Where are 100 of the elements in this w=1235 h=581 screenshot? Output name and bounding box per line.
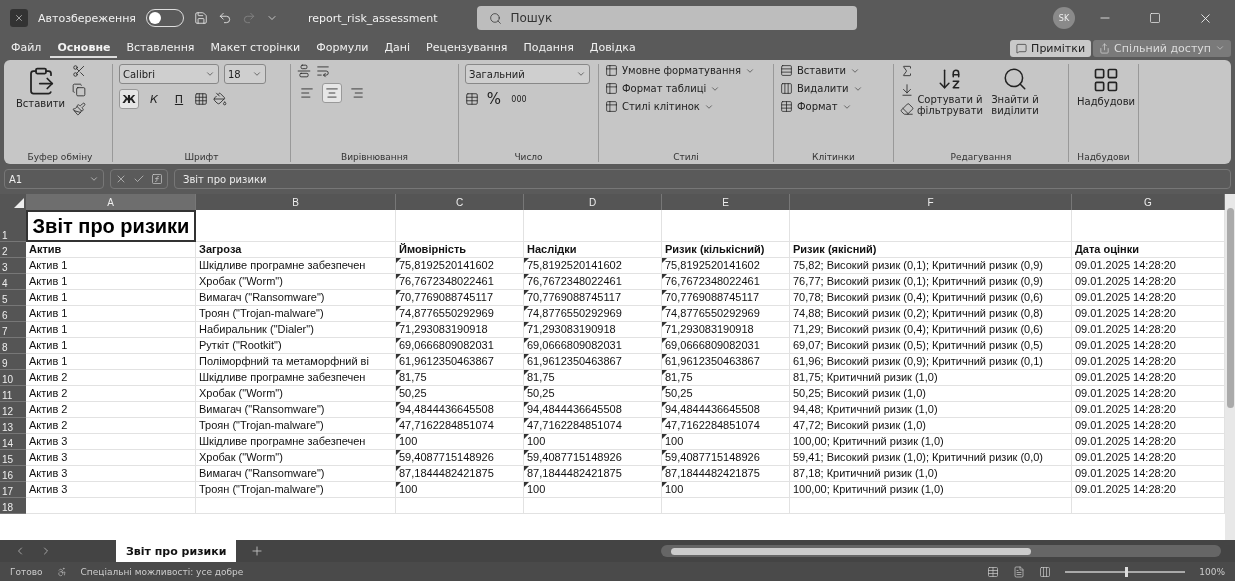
row-header[interactable]: 16 <box>0 466 26 482</box>
table-cell: 61,9612350463867 <box>662 354 790 370</box>
eraser-icon[interactable] <box>900 102 914 116</box>
menu-tab[interactable]: Формули <box>309 38 376 58</box>
font-style-button[interactable]: Ж <box>119 89 139 109</box>
row-header[interactable]: 5 <box>0 290 26 306</box>
row-header[interactable]: 6 <box>0 306 26 322</box>
row-header[interactable]: 14 <box>0 434 26 450</box>
number-format-field[interactable]: Загальний <box>465 64 590 84</box>
menu-tab[interactable]: Довідка <box>582 38 643 58</box>
styles-button[interactable]: Стилі клітинок <box>605 100 714 113</box>
table-header-cell: Наслідки <box>524 242 662 258</box>
find-select-button[interactable]: Знайти й виділити <box>986 64 1044 118</box>
row-header[interactable]: 2 <box>0 242 26 258</box>
paste-button[interactable]: Вставити <box>14 64 68 111</box>
row-header[interactable]: 3 <box>0 258 26 274</box>
table-cell: Актив 2 <box>26 402 196 418</box>
save-icon[interactable] <box>194 11 208 25</box>
column-header[interactable]: C <box>396 194 524 210</box>
menu-tab[interactable]: Макет сторінки <box>203 38 308 58</box>
column-header[interactable]: G <box>1072 194 1225 210</box>
thousands-button[interactable]: 000 <box>509 89 529 109</box>
brush-icon[interactable] <box>72 102 87 116</box>
row-header[interactable]: 13 <box>0 418 26 434</box>
cut-icon[interactable] <box>72 64 87 78</box>
add-sheet-icon[interactable] <box>250 544 265 558</box>
comments-button[interactable]: Примітки <box>1010 39 1092 57</box>
column-header[interactable]: B <box>196 194 396 210</box>
cells-button[interactable]: Формат <box>780 100 852 113</box>
row-header[interactable]: 18 <box>0 498 26 514</box>
maximize-icon[interactable] <box>1149 12 1161 24</box>
row-header[interactable]: 4 <box>0 274 26 290</box>
normal-view-icon[interactable] <box>987 565 1000 578</box>
font-size-field[interactable]: 18 <box>224 64 266 84</box>
menu-tab[interactable]: Рецензування <box>419 38 515 58</box>
table-icon <box>605 82 618 95</box>
sheet-tab[interactable]: Звіт про ризики <box>116 540 237 562</box>
table-header-cell: Загроза <box>196 242 396 258</box>
group-label: Шрифт <box>183 152 220 162</box>
fill-down-icon[interactable] <box>900 83 914 97</box>
file-name[interactable]: report_risk_assessment <box>308 11 438 25</box>
menu-tab[interactable]: Подання <box>516 38 581 58</box>
columns-icon <box>780 82 793 95</box>
cells-button[interactable]: Вставити <box>780 64 861 77</box>
row-header[interactable]: 10 <box>0 370 26 386</box>
zoom-thumb[interactable] <box>1125 566 1129 577</box>
page-layout-icon[interactable] <box>1013 565 1026 578</box>
menu-tab[interactable]: Дані <box>377 38 417 58</box>
menu-tab[interactable]: Основне <box>50 38 118 58</box>
select-all-button[interactable] <box>0 194 26 210</box>
zoom-level[interactable]: 100% <box>1199 566 1225 577</box>
column-header[interactable]: D <box>524 194 662 210</box>
table-cell: Актив 1 <box>26 354 196 370</box>
align-button[interactable] <box>322 83 342 103</box>
column-header[interactable]: F <box>790 194 1072 210</box>
table-cell: 09.01.2025 14:28:20 <box>1072 322 1225 338</box>
page-break-icon[interactable] <box>1039 565 1052 578</box>
cancel-icon[interactable] <box>115 173 127 185</box>
sort-filter-button[interactable]: Сортувати й фільтрувати <box>919 64 981 118</box>
row-header[interactable]: 7 <box>0 322 26 338</box>
row-header[interactable]: 12 <box>0 402 26 418</box>
menu-tab[interactable]: Вставлення <box>119 38 202 58</box>
undo-icon[interactable] <box>218 11 232 25</box>
function-icon[interactable] <box>151 173 163 185</box>
vertical-scrollbar[interactable] <box>1225 194 1235 540</box>
font-style-button[interactable]: П <box>169 89 189 109</box>
percent-button[interactable]: % <box>484 89 504 109</box>
cells-button[interactable]: Видалити <box>780 82 863 95</box>
table-cell: 74,8776550292969 <box>662 306 790 322</box>
row-header[interactable]: 1 <box>0 210 26 242</box>
wrap-text-icon[interactable] <box>316 64 330 78</box>
copy-icon[interactable] <box>72 83 87 97</box>
sigma-icon[interactable] <box>900 64 914 78</box>
search-icon <box>489 11 503 25</box>
add-ins-button[interactable]: Надбудови <box>1075 64 1138 109</box>
formula-field[interactable]: Звіт про ризики <box>174 169 1231 189</box>
name-box[interactable]: A1 <box>4 169 104 189</box>
column-header[interactable]: A <box>26 194 196 210</box>
borders-icon[interactable] <box>194 92 208 106</box>
table-header-cell: Ймовірність <box>396 242 524 258</box>
column-header[interactable]: E <box>662 194 790 210</box>
menu-tab[interactable]: Файл <box>4 38 49 58</box>
row-header[interactable]: 15 <box>0 450 26 466</box>
table-cell: 75,8192520141602 <box>396 258 524 274</box>
font-name-field[interactable]: Calibri <box>119 64 219 84</box>
row-header[interactable]: 11 <box>0 386 26 402</box>
horizontal-scrollbar[interactable] <box>661 545 1221 557</box>
font-style-button[interactable]: К <box>144 89 164 109</box>
row-header[interactable]: 8 <box>0 338 26 354</box>
table-cell: Шкідливе програмне забезпечен <box>196 370 396 386</box>
table-cell: 81,75 <box>662 370 790 386</box>
group-label: Буфер обміну <box>26 152 94 162</box>
fill-color-icon[interactable] <box>213 92 227 106</box>
accessibility-status[interactable]: Спеціальні можливості: усе добре <box>80 566 244 577</box>
row-header[interactable]: 9 <box>0 354 26 370</box>
search-field[interactable]: Пошук <box>477 6 858 30</box>
row-header[interactable]: 17 <box>0 482 26 498</box>
check-icon[interactable] <box>133 173 145 185</box>
styles-button[interactable]: Формат таблиці <box>605 82 721 95</box>
styles-button[interactable]: Умовне форматування <box>605 64 756 77</box>
